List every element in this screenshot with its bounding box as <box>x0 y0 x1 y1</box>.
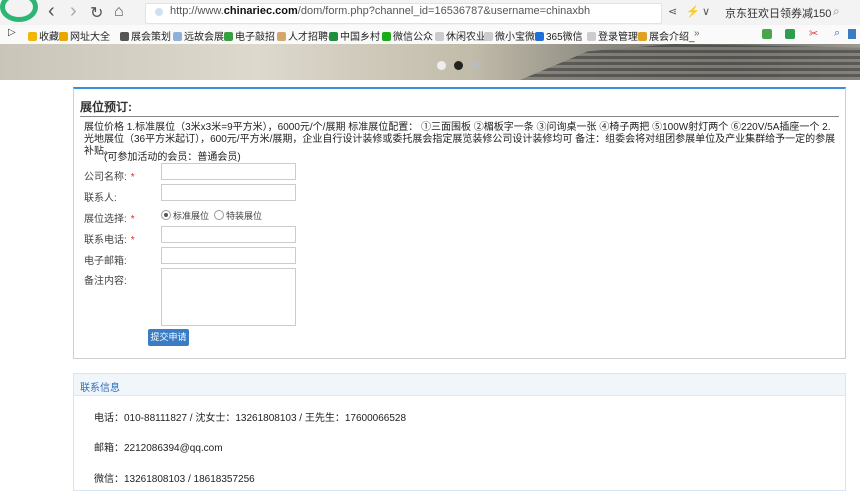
dropdown-icon[interactable]: ∨ <box>702 5 710 18</box>
bookmark-label: 365微信 <box>546 32 583 43</box>
browser-toolbar: ‹ › ↻ ⌂ http://www.chinariec.com/dom/for… <box>0 0 860 26</box>
wechat-icon <box>382 32 391 41</box>
browser-logo-icon[interactable] <box>0 0 38 22</box>
check-icon <box>224 32 233 41</box>
bookmark-label: 微小宝微 <box>495 32 535 43</box>
bookmark-item[interactable]: 远故会展 <box>173 28 224 43</box>
reload-button[interactable]: ↻ <box>90 3 103 23</box>
bookmark-item[interactable]: 微信公众 <box>382 28 433 43</box>
sidebar-toggle-icon[interactable]: ▷ <box>8 27 16 38</box>
radio-special-booth[interactable] <box>214 210 224 220</box>
reading-icon[interactable] <box>762 29 772 39</box>
bookmark-item[interactable]: 休闲农业 <box>435 28 486 43</box>
scissors-icon[interactable]: ✂ <box>809 27 818 40</box>
bookmark-label: 远故会展 <box>184 32 224 43</box>
contact-wechat: 微信：13261808103 / 18618357256 <box>94 474 255 485</box>
search-icon[interactable]: ⌕ <box>833 4 840 19</box>
divider <box>80 116 839 117</box>
home-button[interactable]: ⌂ <box>114 3 124 21</box>
bookmark-item[interactable]: 365微信 <box>535 28 583 43</box>
back-button[interactable]: ‹ <box>48 0 55 23</box>
search-tool-icon[interactable]: ⌕ <box>834 27 840 40</box>
phone-input[interactable] <box>161 226 296 243</box>
bottle-icon <box>535 32 544 41</box>
submit-button[interactable]: 提交申请 <box>148 329 189 346</box>
email-label: 电子邮箱: <box>84 256 127 267</box>
bookmark-item[interactable]: 网址大全 <box>59 28 110 43</box>
radio-standard-label[interactable]: 标准展位 <box>173 209 209 222</box>
bookmark-item[interactable]: 微小宝微 <box>484 28 535 43</box>
bookmark-label: 展会策划 <box>131 32 171 43</box>
phone-label: 联系电话: * <box>84 235 135 246</box>
bookmark-label: 休闲农业 <box>446 32 486 43</box>
company-label: 公司名称: * <box>84 172 135 183</box>
booking-panel: 展位预订: 展位价格 1.标准展位（3米x3米=9平方米），6000元/个/展期… <box>73 87 846 359</box>
company-input[interactable] <box>161 163 296 180</box>
bookmark-item[interactable]: 中国乡村 <box>329 28 380 43</box>
panel-title: 展位预订: <box>80 100 132 114</box>
email-input[interactable] <box>161 247 296 264</box>
bookmark-label: 中国乡村 <box>340 32 380 43</box>
star-icon <box>28 32 37 41</box>
bookmark-item[interactable]: 登录管理 <box>587 28 638 43</box>
bookmark-label: 电子敲招 <box>235 32 275 43</box>
bookmark-label: 网址大全 <box>70 32 110 43</box>
page-info-icon[interactable] <box>155 8 163 16</box>
carousel-dot[interactable] <box>437 61 446 70</box>
page-icon <box>435 32 444 41</box>
page-icon <box>484 32 493 41</box>
extension-icon[interactable] <box>785 29 795 39</box>
radio-standard-booth[interactable] <box>161 210 171 220</box>
remark-label: 备注内容: <box>84 276 127 287</box>
contact-title: 联系信息 <box>80 383 120 394</box>
contact-header: 联系信息 <box>74 374 845 396</box>
contact-email: 邮箱：2212086394@qq.com <box>94 443 223 454</box>
contact-phone: 电话：010-88111827 / 沈女士：13261808103 / 王先生：… <box>94 413 407 424</box>
share-icon[interactable]: ⋖ <box>668 5 677 18</box>
remark-textarea[interactable] <box>161 268 296 326</box>
forward-button[interactable]: › <box>70 0 77 23</box>
bookmark-label: 微信公众 <box>393 32 433 43</box>
member-note: (可参加活动的会员：普通会员) <box>104 152 241 163</box>
star-icon <box>329 32 338 41</box>
contact-person-label: 联系人: <box>84 193 117 204</box>
speed-mode-icon[interactable]: ⚡ <box>686 5 700 18</box>
folder-icon <box>120 32 129 41</box>
page-icon <box>587 32 596 41</box>
bookmark-item[interactable]: 电子敲招 <box>224 28 275 43</box>
bookmark-item[interactable]: 展会策划 <box>120 28 171 43</box>
radio-special-label[interactable]: 特装展位 <box>226 209 262 222</box>
bookmark-item[interactable]: 展会介绍_ <box>638 28 695 43</box>
page-icon <box>173 32 182 41</box>
bookmark-item[interactable]: 人才招聘- <box>277 28 331 43</box>
bookmark-label: 收藏 <box>39 32 59 43</box>
bookmark-tool-icon[interactable] <box>848 29 856 39</box>
hand-icon <box>277 32 286 41</box>
contact-panel: 联系信息 电话：010-88111827 / 沈女士：13261808103 /… <box>73 373 846 491</box>
url-text[interactable]: http://www.chinariec.com/dom/form.php?ch… <box>170 5 590 17</box>
booth-type-label: 展位选择: * <box>84 214 135 225</box>
carousel-dot-active[interactable] <box>454 61 463 70</box>
bookmarks-bar: ▷ 收藏 网址大全 展会策划 远故会展 电子敲招 人才招聘- 中国乡村 微信公众 休闲农业 微小宝… <box>0 25 860 45</box>
bookmark-label: 人才招聘- <box>288 32 332 43</box>
bookmark-label: 展会介绍_ <box>649 32 695 43</box>
globe-icon <box>59 32 68 41</box>
bookmark-item[interactable]: 收藏 <box>28 28 59 43</box>
carousel-dot[interactable] <box>471 61 480 70</box>
bookmark-label: 登录管理 <box>598 32 638 43</box>
asterisk-icon <box>638 32 647 41</box>
contact-person-input[interactable] <box>161 184 296 201</box>
search-promo[interactable]: 京东狂欢日领券减150 <box>725 5 831 21</box>
bookmarks-more-button[interactable]: » <box>694 28 700 39</box>
